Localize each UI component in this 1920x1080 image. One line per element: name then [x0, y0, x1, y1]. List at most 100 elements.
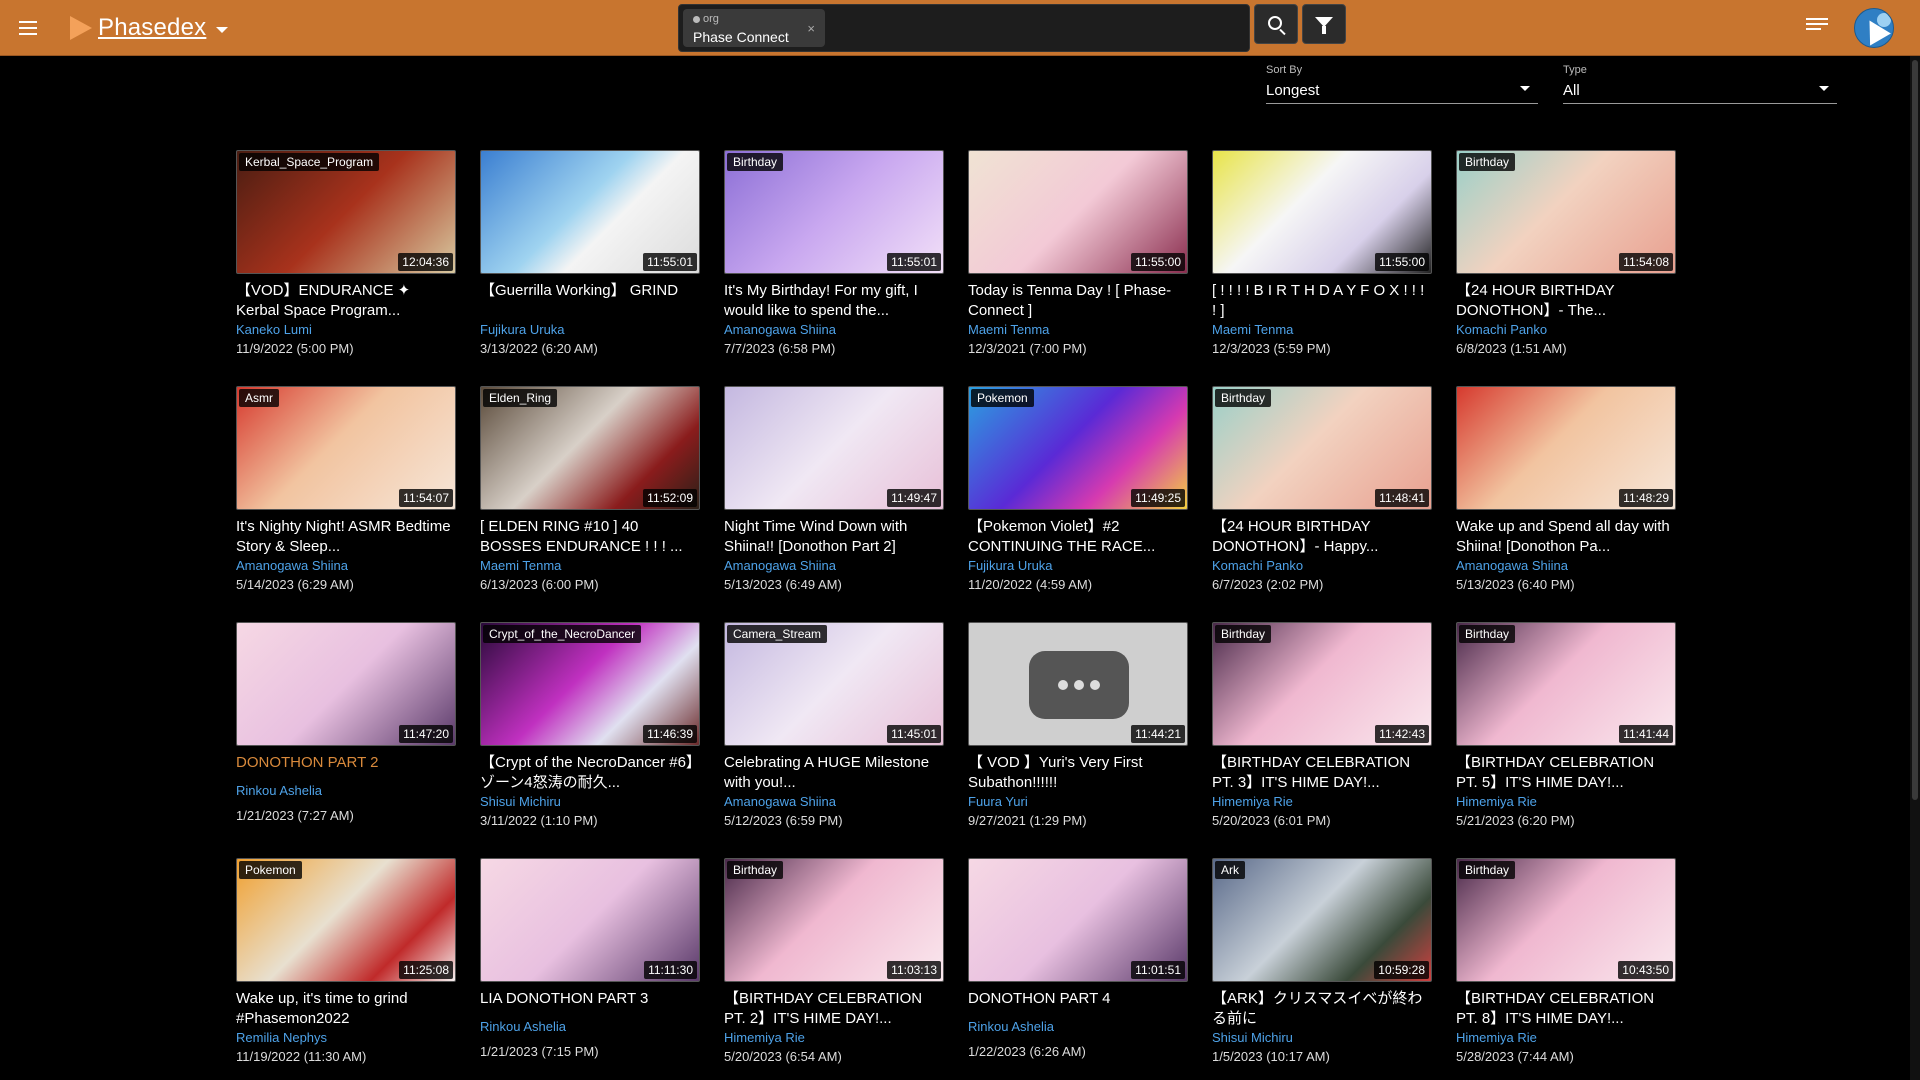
video-title[interactable]: 【BIRTHDAY CELEBRATION PT. 2】IT'S HIME DA… [724, 989, 944, 1029]
video-title[interactable]: Celebrating A HUGE Milestone with you!..… [724, 753, 944, 793]
channel-link[interactable]: Maemi Tenma [1212, 322, 1432, 337]
video-thumbnail[interactable]: 11:01:51 [968, 858, 1188, 982]
channel-link[interactable]: Komachi Panko [1456, 322, 1676, 337]
video-title[interactable]: Wake up and Spend all day with Shiina! [… [1456, 517, 1676, 557]
playlist-icon[interactable] [1806, 18, 1828, 38]
channel-link[interactable]: Amanogawa Shiina [1456, 558, 1676, 573]
scrollbar-thumb[interactable] [1912, 60, 1918, 800]
chip-type: org [693, 13, 719, 25]
duration-badge: 11:48:41 [1375, 489, 1429, 507]
video-thumbnail[interactable]: 11:55:00 [968, 150, 1188, 274]
video-title[interactable]: [ ! ! ! ! B I R T H D A Y F O X ! ! ! ! … [1212, 281, 1432, 321]
video-thumbnail[interactable]: 11:47:20 [236, 622, 456, 746]
video-date: 5/14/2023 (6:29 AM) [236, 577, 354, 592]
video-thumbnail[interactable]: 11:44:21 [968, 622, 1188, 746]
duration-badge: 11:54:08 [1619, 253, 1673, 271]
video-title[interactable]: It's My Birthday! For my gift, I would l… [724, 281, 944, 321]
type-select[interactable]: Type All [1563, 62, 1837, 104]
channel-link[interactable]: Fujikura Uruka [480, 322, 700, 337]
video-title[interactable]: 【BIRTHDAY CELEBRATION PT. 8】IT'S HIME DA… [1456, 989, 1676, 1029]
topic-tag: Birthday [1459, 625, 1516, 643]
type-label: Type [1563, 64, 1587, 76]
video-title[interactable]: Wake up, it's time to grind #Phasemon202… [236, 989, 456, 1029]
channel-link[interactable]: Maemi Tenma [480, 558, 700, 573]
channel-link[interactable]: Himemiya Rie [1456, 1030, 1676, 1045]
topic-tag: Birthday [727, 153, 784, 171]
video-title[interactable]: 【BIRTHDAY CELEBRATION PT. 5】IT'S HIME DA… [1456, 753, 1676, 793]
channel-link[interactable]: Kaneko Lumi [236, 322, 456, 337]
channel-link[interactable]: Amanogawa Shiina [724, 558, 944, 573]
video-title[interactable]: 【BIRTHDAY CELEBRATION PT. 3】IT'S HIME DA… [1212, 753, 1432, 793]
channel-link[interactable]: Amanogawa Shiina [236, 558, 456, 573]
channel-link[interactable]: Rinkou Ashelia [968, 1019, 1188, 1034]
video-title[interactable]: DONOTHON PART 2 [236, 753, 456, 773]
sort-by-select[interactable]: Sort By Longest [1266, 62, 1538, 104]
video-thumbnail[interactable]: 11:55:01 [480, 150, 700, 274]
channel-link[interactable]: Himemiya Rie [1212, 794, 1432, 809]
org-filter-chip[interactable]: org Phase Connect × [683, 9, 825, 47]
video-thumbnail[interactable]: 11:55:00 [1212, 150, 1432, 274]
channel-link[interactable]: Shisui Michiru [480, 794, 700, 809]
close-icon[interactable]: × [807, 21, 815, 36]
avatar[interactable] [1854, 8, 1894, 48]
video-thumbnail[interactable]: Camera_Stream 11:45:01 [724, 622, 944, 746]
video-thumbnail[interactable]: Birthday 11:54:08 [1456, 150, 1676, 274]
channel-link[interactable]: Fuura Yuri [968, 794, 1188, 809]
video-thumbnail[interactable]: Birthday 11:48:41 [1212, 386, 1432, 510]
video-thumbnail[interactable]: Pokemon 11:49:25 [968, 386, 1188, 510]
channel-link[interactable]: Rinkou Ashelia [236, 783, 456, 798]
video-title[interactable]: 【Crypt of the NecroDancer #6】ゾーン4怒涛の耐久..… [480, 753, 700, 793]
duration-badge: 11:25:08 [399, 961, 453, 979]
channel-link[interactable]: Rinkou Ashelia [480, 1019, 700, 1034]
chevron-down-icon[interactable] [216, 26, 229, 33]
video-date: 5/21/2023 (6:20 PM) [1456, 813, 1575, 828]
video-title[interactable]: 【ARK】クリスマスイベが終わる前に [1212, 989, 1432, 1029]
app-logo[interactable]: Phasedex [70, 12, 229, 44]
video-title[interactable]: [ ELDEN RING #10 ] 40 BOSSES ENDURANCE !… [480, 517, 700, 557]
video-thumbnail[interactable]: Ark 10:59:28 [1212, 858, 1432, 982]
video-title[interactable]: Night Time Wind Down with Shiina!! [Dono… [724, 517, 944, 557]
search-button[interactable] [1254, 4, 1298, 44]
channel-link[interactable]: Remilia Nephys [236, 1030, 456, 1045]
video-title[interactable]: Today is Tenma Day ! [ Phase-Connect ] [968, 281, 1188, 321]
video-thumbnail[interactable]: 11:48:29 [1456, 386, 1676, 510]
video-thumbnail[interactable]: Birthday 10:43:50 [1456, 858, 1676, 982]
duration-badge: 11:46:39 [643, 725, 697, 743]
video-title[interactable]: 【Pokemon Violet】#2 CONTINUING THE RACE..… [968, 517, 1188, 557]
video-thumbnail[interactable]: Pokemon 11:25:08 [236, 858, 456, 982]
video-date: 9/27/2021 (1:29 PM) [968, 813, 1087, 828]
channel-link[interactable]: Amanogawa Shiina [724, 322, 944, 337]
video-title[interactable]: DONOTHON PART 4 [968, 989, 1188, 1009]
video-title[interactable]: 【24 HOUR BIRTHDAY DONOTHON】- The... [1456, 281, 1676, 321]
sort-by-label: Sort By [1266, 64, 1303, 76]
channel-link[interactable]: Komachi Panko [1212, 558, 1432, 573]
video-thumbnail[interactable]: Asmr 11:54:07 [236, 386, 456, 510]
video-thumbnail[interactable]: Birthday 11:42:43 [1212, 622, 1432, 746]
channel-link[interactable]: Fujikura Uruka [968, 558, 1188, 573]
video-title[interactable]: 【Guerrilla Working】 GRIND [480, 281, 700, 301]
video-title[interactable]: 【 VOD 】Yuri's Very First Subathon!!!!!! [968, 753, 1188, 793]
channel-link[interactable]: Shisui Michiru [1212, 1030, 1432, 1045]
video-title[interactable]: LIA DONOTHON PART 3 [480, 989, 700, 1009]
video-thumbnail[interactable]: Birthday 11:03:13 [724, 858, 944, 982]
video-thumbnail[interactable]: Elden_Ring 11:52:09 [480, 386, 700, 510]
video-title[interactable]: 【VOD】ENDURANCE ✦ Kerbal Space Program... [236, 281, 456, 321]
video-thumbnail[interactable]: Kerbal_Space_Program 12:04:36 [236, 150, 456, 274]
channel-link[interactable]: Maemi Tenma [968, 322, 1188, 337]
topic-tag: Birthday [727, 861, 784, 879]
video-title[interactable]: 【24 HOUR BIRTHDAY DONOTHON】- Happy... [1212, 517, 1432, 557]
video-title[interactable]: It's Nighty Night! ASMR Bedtime Story & … [236, 517, 456, 557]
search-input[interactable]: org Phase Connect × [678, 4, 1250, 52]
video-thumbnail[interactable]: Birthday 11:55:01 [724, 150, 944, 274]
channel-link[interactable]: Himemiya Rie [724, 1030, 944, 1045]
video-thumbnail[interactable]: Birthday 11:41:44 [1456, 622, 1676, 746]
channel-link[interactable]: Himemiya Rie [1456, 794, 1676, 809]
video-date: 7/7/2023 (6:58 PM) [724, 341, 836, 356]
sort-by-value: Longest [1266, 82, 1320, 99]
menu-icon[interactable] [14, 14, 42, 42]
video-thumbnail[interactable]: 11:49:47 [724, 386, 944, 510]
filter-button[interactable] [1302, 4, 1346, 44]
channel-link[interactable]: Amanogawa Shiina [724, 794, 944, 809]
video-thumbnail[interactable]: Crypt_of_the_NecroDancer 11:46:39 [480, 622, 700, 746]
video-thumbnail[interactable]: 11:11:30 [480, 858, 700, 982]
